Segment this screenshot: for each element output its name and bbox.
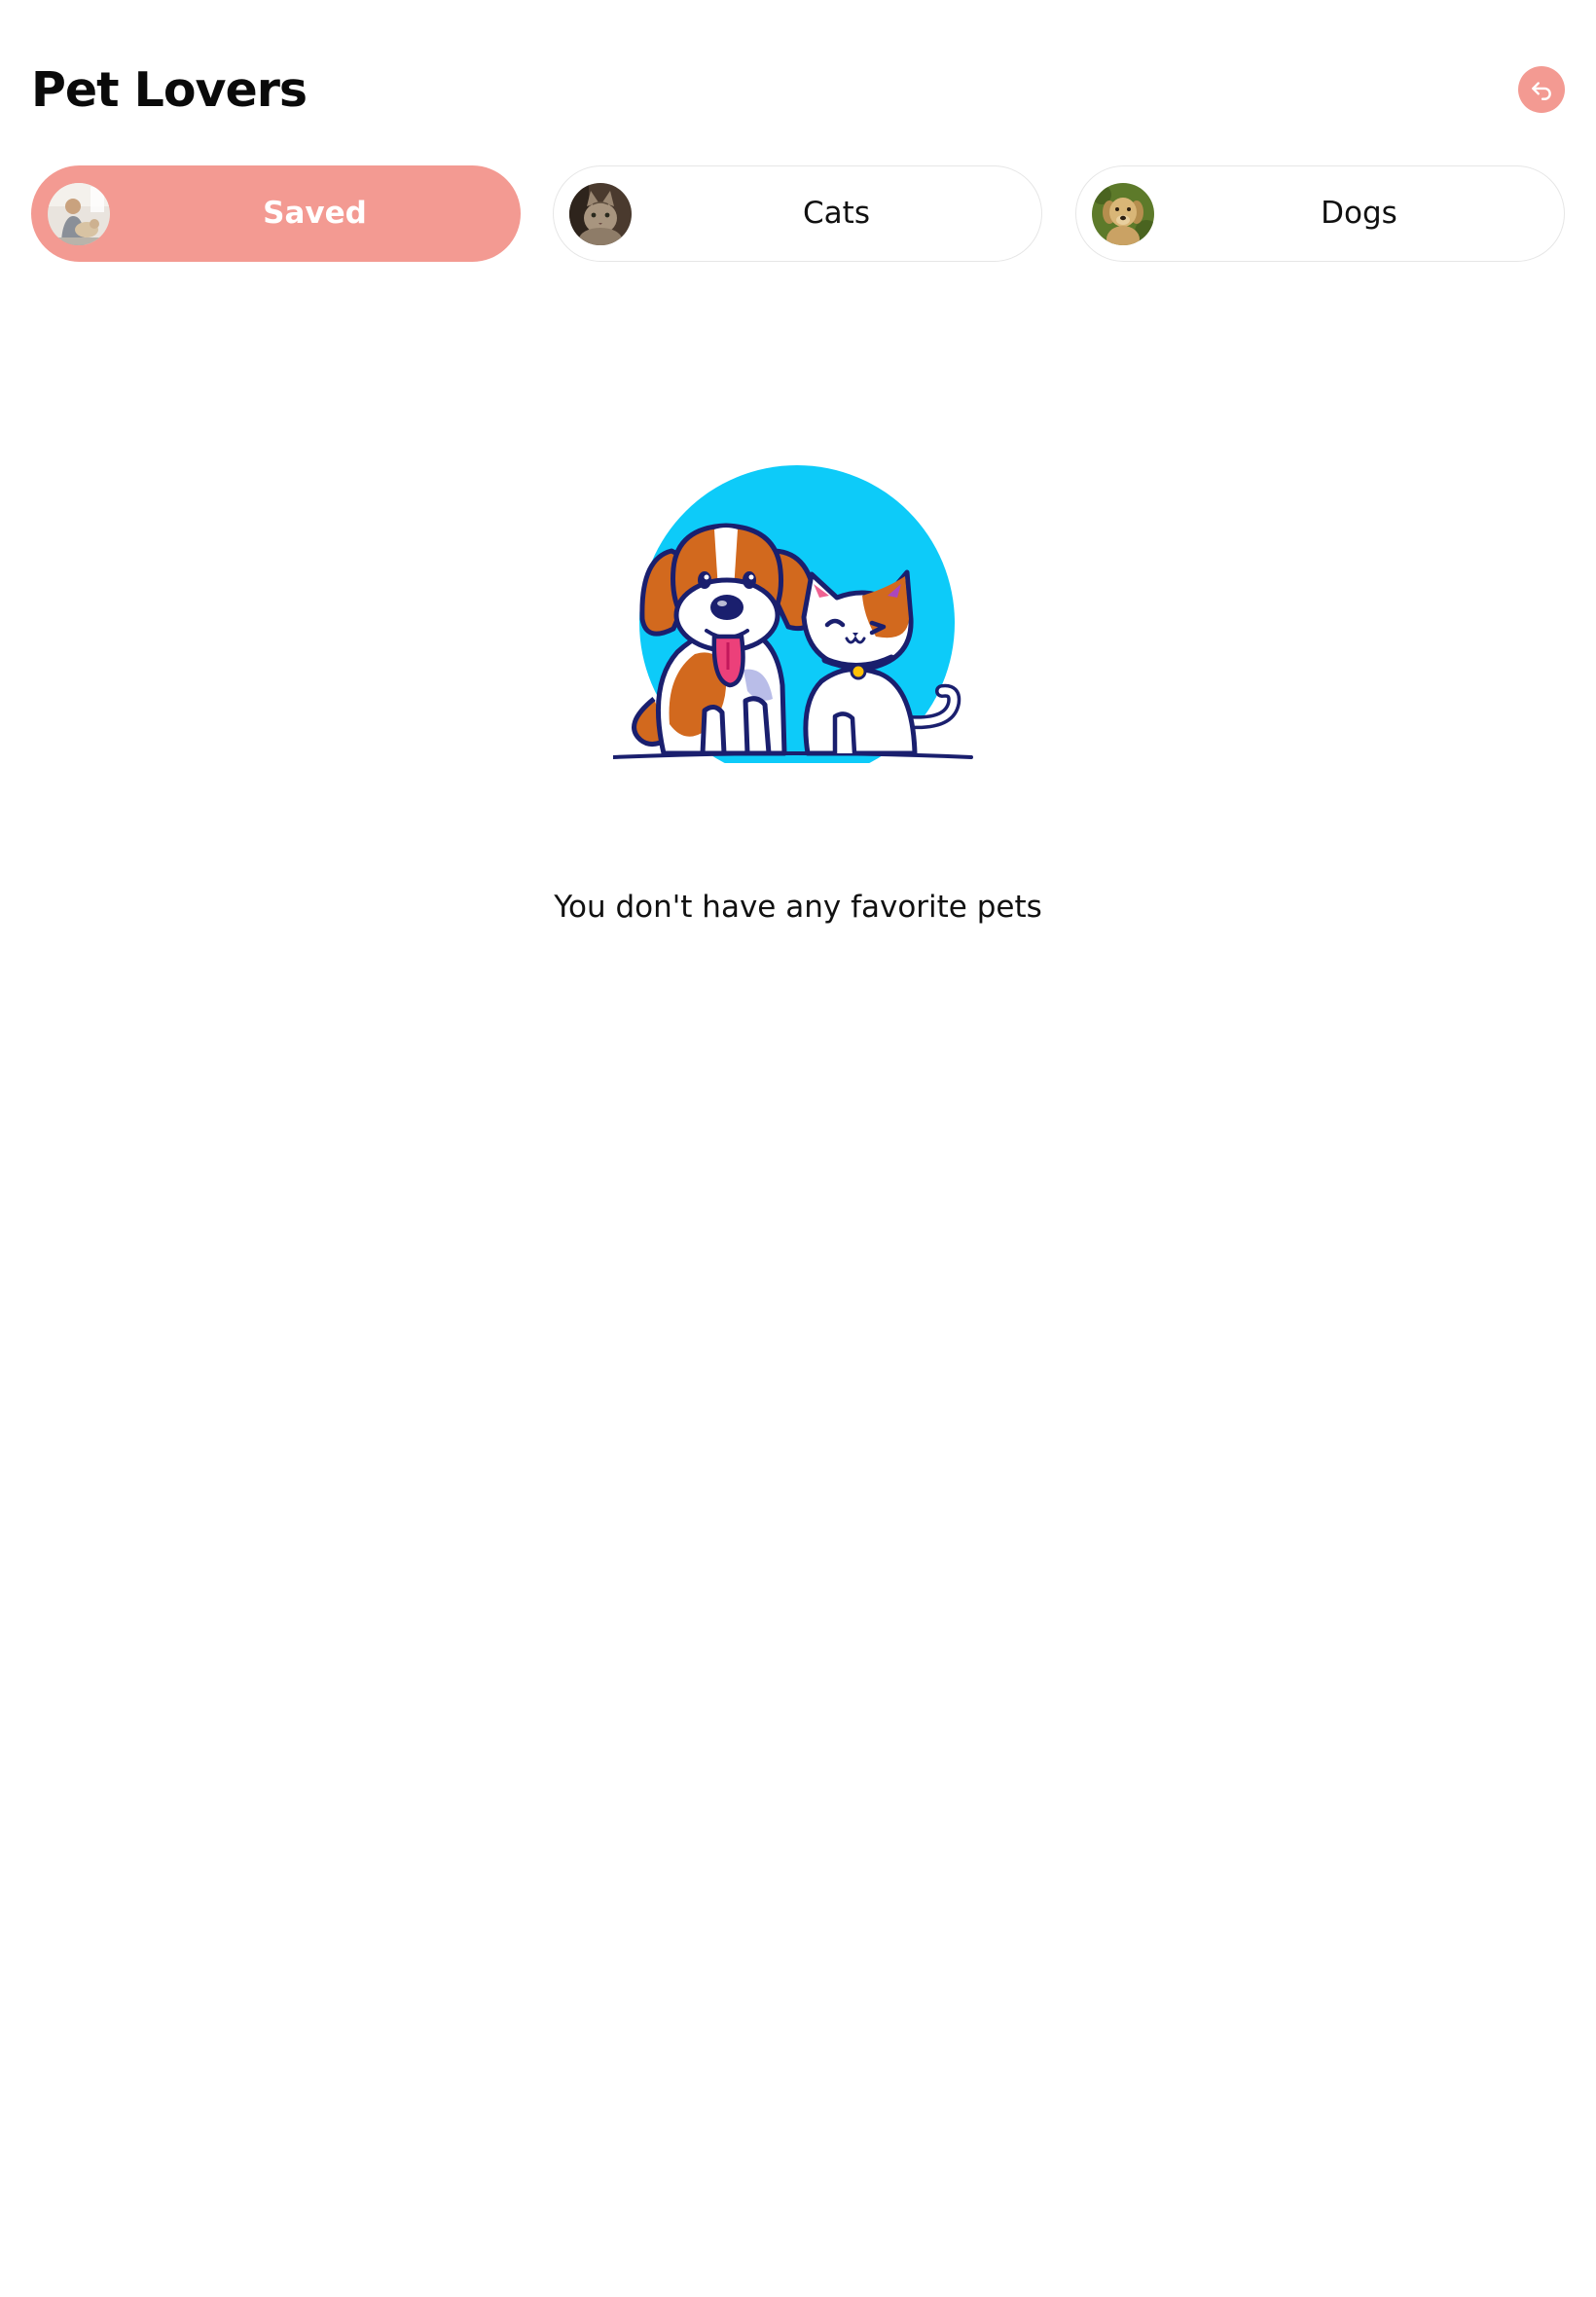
dogs-avatar — [1092, 183, 1154, 245]
tab-saved[interactable]: Saved — [31, 165, 521, 262]
saved-avatar — [48, 183, 110, 245]
tab-cats[interactable]: Cats — [553, 165, 1042, 262]
dog-and-cat-illustration — [611, 461, 983, 781]
return-arrow-icon — [1532, 82, 1551, 100]
back-button[interactable] — [1518, 66, 1565, 113]
pet-lovers-screen: Pet Lovers Saved Cats Dogs You don't hav… — [0, 0, 1596, 2297]
category-tabs: Saved Cats Dogs — [31, 165, 1565, 264]
cats-avatar — [569, 183, 632, 245]
tab-dogs[interactable]: Dogs — [1075, 165, 1565, 262]
header: Pet Lovers — [31, 58, 1565, 123]
empty-state-message: You don't have any favorite pets — [554, 890, 1042, 925]
tab-label-saved: Saved — [263, 196, 367, 231]
tab-label-cats: Cats — [803, 196, 870, 231]
page-title: Pet Lovers — [31, 62, 308, 118]
tab-label-dogs: Dogs — [1321, 196, 1397, 231]
